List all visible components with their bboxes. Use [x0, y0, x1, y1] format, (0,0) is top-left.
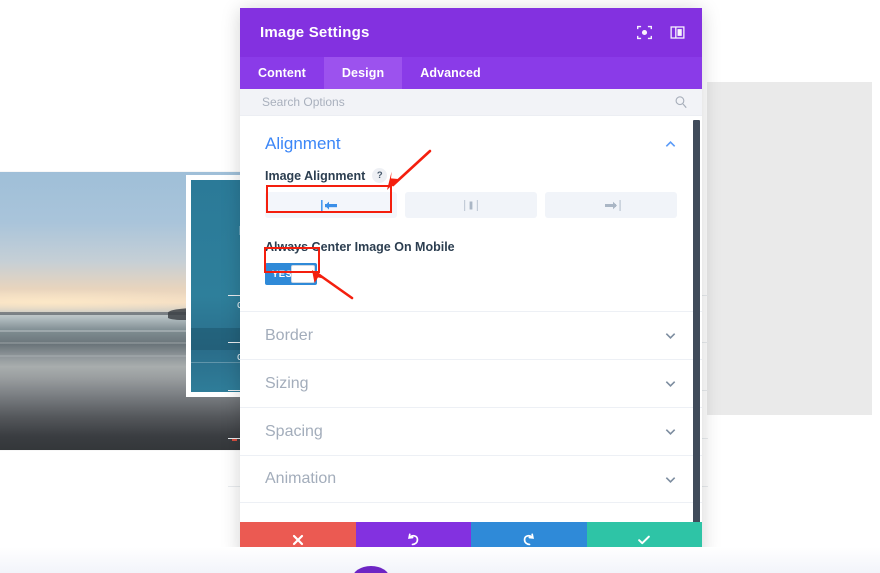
tab-bar: Content Design Advanced: [240, 57, 702, 89]
always-center-mobile-toggle[interactable]: YES: [265, 263, 317, 285]
image-alignment-button-group: [265, 192, 677, 218]
scrollbar-thumb[interactable]: [693, 120, 700, 522]
search-icon[interactable]: [674, 95, 688, 109]
screen: L t co v cu Image Settings: [0, 0, 880, 573]
modal-body: Alignment Image Alignment ? Always Cente…: [240, 116, 702, 522]
help-icon[interactable]: ?: [372, 168, 388, 183]
chevron-down-icon[interactable]: [664, 425, 677, 438]
chevron-up-icon[interactable]: [664, 138, 677, 151]
tab-design[interactable]: Design: [323, 57, 403, 89]
section-alignment: Alignment Image Alignment ? Always Cente…: [240, 116, 702, 285]
redo-icon: [523, 532, 534, 545]
align-right-button[interactable]: [545, 192, 677, 218]
image-alignment-label: Image Alignment: [265, 168, 366, 183]
section-alignment-header[interactable]: Alignment: [265, 134, 677, 168]
search-options-bar: [240, 89, 702, 116]
focus-icon[interactable]: [636, 24, 653, 41]
check-icon: [638, 535, 651, 544]
header-icon-group: [636, 24, 686, 41]
always-center-mobile-label: Always Center Image On Mobile: [265, 240, 455, 254]
section-animation-title: Animation: [265, 470, 337, 487]
align-center-button[interactable]: [405, 192, 537, 218]
chevron-down-icon[interactable]: [664, 329, 677, 342]
section-sizing-title: Sizing: [265, 374, 309, 392]
close-icon: [292, 534, 303, 545]
collapsed-sections: Border Sizing Spacing Animation: [240, 311, 702, 503]
image-alignment-label-row: Image Alignment ?: [265, 168, 677, 183]
align-left-button[interactable]: [265, 192, 397, 218]
section-spacing-title: Spacing: [265, 422, 323, 440]
page-bottom-fade: [0, 547, 880, 573]
panel-layout-icon[interactable]: [669, 24, 686, 41]
section-spacing[interactable]: Spacing: [240, 407, 702, 455]
search-input[interactable]: [262, 95, 674, 109]
toggle-knob: [291, 265, 315, 283]
align-center-icon: [464, 199, 478, 211]
section-border[interactable]: Border: [240, 311, 702, 359]
background-gray-block: [707, 82, 872, 415]
undo-icon: [408, 532, 419, 545]
tab-content[interactable]: Content: [240, 57, 324, 89]
chevron-down-icon[interactable]: [664, 377, 677, 390]
section-sizing[interactable]: Sizing: [240, 359, 702, 407]
section-border-title: Border: [265, 326, 314, 344]
tab-advanced[interactable]: Advanced: [402, 57, 499, 89]
page-title: Image Settings: [260, 24, 370, 41]
modal-header: Image Settings: [240, 8, 702, 57]
section-alignment-title: Alignment: [265, 134, 341, 153]
image-settings-modal: Image Settings Content Design Advanced S…: [240, 8, 702, 557]
align-right-icon: [605, 199, 621, 211]
align-left-icon: [321, 199, 337, 211]
section-animation[interactable]: Animation: [240, 455, 702, 503]
chevron-down-icon[interactable]: [664, 473, 677, 486]
toggle-value: YES: [272, 268, 293, 280]
